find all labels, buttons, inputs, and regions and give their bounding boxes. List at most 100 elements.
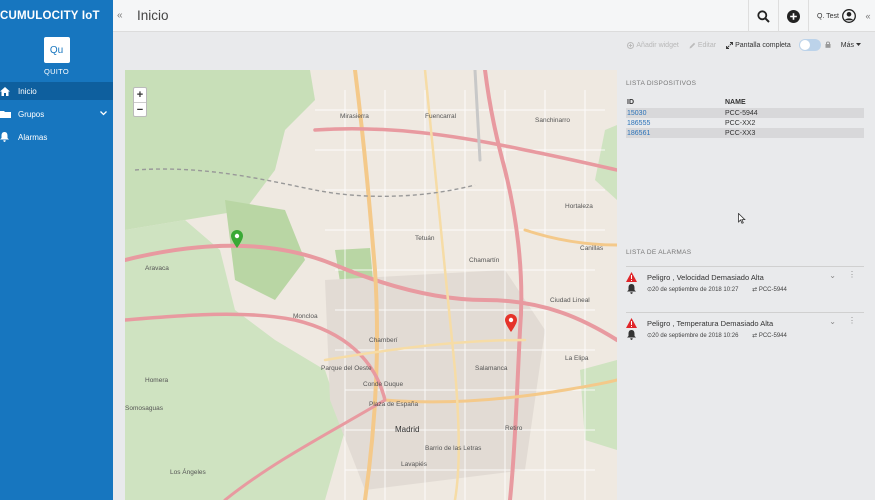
add-button[interactable] [777, 0, 808, 32]
bell-icon [627, 284, 636, 294]
zoom-control: + − [133, 87, 147, 117]
map-label: Ciudad Lineal [550, 297, 590, 304]
user-menu[interactable]: Q. Test [807, 0, 861, 32]
map-label: Somosaguas [125, 405, 164, 412]
alarm-list-title: LISTA DE ALARMAS [626, 249, 692, 256]
more-label: Más [840, 41, 854, 49]
pencil-icon [689, 42, 696, 48]
map-label: Salamanca [475, 365, 508, 372]
bell-icon [627, 330, 636, 340]
map-label: Moncloa [293, 313, 318, 320]
more-actions-icon[interactable]: ⋮ [848, 316, 856, 325]
alarm-device[interactable]: PCC-5944 [759, 287, 787, 293]
chevron-down-icon[interactable]: ⌄ [829, 271, 836, 280]
header-actions: Q. Test « [747, 0, 875, 32]
sidebar-item-grupos[interactable]: Grupos [0, 105, 113, 123]
add-widget-label: Añadir widget [636, 41, 679, 49]
table-row[interactable]: 186555 PCC-XX2 [626, 118, 864, 128]
collapse-right-icon[interactable]: « [861, 0, 875, 32]
mouse-cursor-icon [738, 213, 746, 224]
user-avatar-icon [842, 9, 856, 23]
sidebar: CUMULOCITY IoT Qu QUITO Inicio Grupos Al… [0, 0, 113, 500]
map-label: Hortaleza [565, 203, 593, 210]
column-header-name: NAME [725, 99, 746, 106]
map-label: La Elipa [565, 355, 589, 362]
column-header-id: ID [627, 99, 634, 106]
map-label: Chamartín [469, 257, 500, 264]
page-title: Inicio [137, 8, 169, 23]
fullscreen-button[interactable]: Pantalla completa [726, 42, 791, 49]
map-label: Madrid [395, 425, 419, 434]
alarm-item[interactable]: Peligro , Temperatura Demasiado Alta ⊙20… [626, 312, 864, 358]
map-label: Plaza de España [369, 401, 419, 408]
green-map-marker-icon[interactable] [231, 230, 243, 248]
lock-toggle[interactable] [798, 39, 821, 51]
chevron-down-icon[interactable]: ⌄ [829, 317, 836, 326]
bell-icon [0, 132, 14, 142]
device-name: PCC-5944 [725, 109, 758, 117]
zoom-out-button[interactable]: − [134, 102, 146, 116]
alarm-item[interactable]: Peligro , Velocidad Demasiado Alta ⊙20 d… [626, 266, 864, 312]
table-row[interactable]: 186561 PCC-XX3 [626, 128, 864, 138]
device-id-link[interactable]: 186561 [627, 130, 725, 137]
map-label: Barrio de las Letras [425, 445, 482, 452]
table-row[interactable]: 15030 PCC-5944 [626, 108, 864, 118]
alarm-text: Peligro , Velocidad Demasiado Alta [647, 273, 764, 282]
more-actions-icon[interactable]: ⋮ [848, 270, 856, 279]
device-id-link[interactable]: 15030 [627, 110, 725, 117]
sidebar-item-label: Grupos [18, 109, 45, 119]
device-name: PCC-XX2 [725, 119, 756, 127]
map-tiles[interactable]: Aravaca Moncloa Tetuán Chamartín Chamber… [125, 70, 617, 500]
sidebar-item-alarmas[interactable]: Alarmas [0, 128, 113, 146]
map-label: Aravaca [145, 265, 169, 272]
park-area [580, 360, 617, 450]
map-label: Canillas [580, 245, 604, 252]
plus-circle-icon [627, 41, 635, 49]
alarm-text: Peligro , Temperatura Demasiado Alta [647, 319, 774, 328]
more-menu-button[interactable]: Más [841, 42, 861, 49]
tenant: Qu QUITO [0, 32, 113, 76]
alarm-time: 20 de septiembre de 2018 10:27 [652, 287, 739, 293]
device-list-widget: LISTA DISPOSITIVOS ID NAME 15030 PCC-594… [626, 80, 864, 138]
alarm-meta: ⊙20 de septiembre de 2018 10:27 ⇄ PCC-59… [647, 287, 787, 293]
toggle-knob [799, 40, 810, 50]
alarm-meta: ⊙20 de septiembre de 2018 10:26 ⇄ PCC-59… [647, 333, 787, 339]
search-button[interactable] [747, 0, 778, 32]
device-id-link[interactable]: 186555 [627, 120, 725, 127]
zoom-in-button[interactable]: + [134, 88, 146, 102]
map-label: Sanchinarro [535, 117, 570, 124]
alarm-device[interactable]: PCC-5944 [759, 333, 787, 339]
map-label: Homera [145, 377, 169, 384]
collapse-sidebar-icon[interactable]: « [117, 10, 133, 21]
table-header: ID NAME [626, 97, 864, 108]
sidebar-item-inicio[interactable]: Inicio [0, 82, 113, 100]
sidebar-item-label: Inicio [18, 86, 37, 96]
sidebar-nav: Inicio Grupos Alarmas [0, 82, 113, 146]
map-label: Parque del Oeste [321, 365, 372, 372]
map-label: Chamberí [369, 337, 398, 344]
dashboard-toolbar: Añadir widget Editar Pantalla completa M… [113, 33, 875, 57]
map-widget[interactable]: Aravaca Moncloa Tetuán Chamartín Chamber… [125, 70, 617, 500]
warning-triangle-icon [626, 318, 637, 328]
red-map-marker-icon[interactable] [505, 314, 517, 332]
map-label: Conde Duque [363, 381, 403, 388]
device-table: ID NAME 15030 PCC-5944 186555 PCC-XX2 18… [626, 97, 864, 138]
edit-button[interactable]: Editar [689, 42, 716, 49]
map-label: Mirasierra [340, 113, 369, 120]
device-list-title: LISTA DISPOSITIVOS [626, 80, 697, 87]
caret-down-icon [856, 43, 861, 46]
alarm-list-widget: LISTA DE ALARMAS Peligro , Velocidad Dem… [626, 249, 864, 358]
park-area [595, 125, 617, 200]
folder-icon [0, 110, 14, 118]
plus-circle-icon [786, 9, 800, 23]
tenant-avatar[interactable]: Qu [43, 37, 70, 63]
chevron-down-icon[interactable] [100, 109, 107, 118]
home-icon [0, 86, 14, 96]
add-widget-button[interactable]: Añadir widget [627, 41, 679, 49]
edit-label: Editar [697, 41, 717, 49]
park-area [125, 70, 315, 230]
user-name: Q. Test [816, 12, 839, 20]
map-label: Retiro [505, 425, 523, 432]
brand-logo: CUMULOCITY IoT [0, 10, 100, 22]
search-icon [757, 9, 770, 23]
